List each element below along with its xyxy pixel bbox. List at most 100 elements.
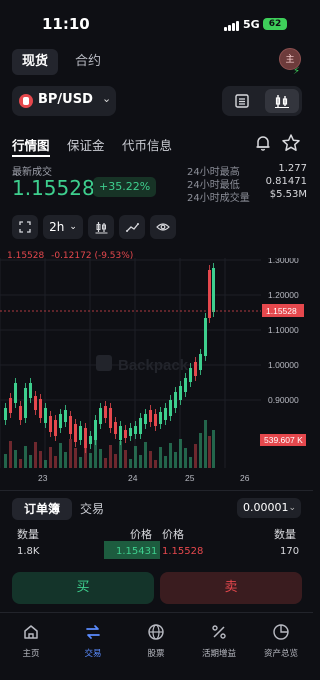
- y-tick-label: 1.10000: [268, 325, 299, 335]
- tab-spot[interactable]: 现货: [12, 49, 58, 75]
- tab-trades[interactable]: 交易: [80, 498, 104, 520]
- bell-icon: [256, 136, 270, 151]
- x-tick-label: 26: [240, 473, 250, 483]
- ask-qty[interactable]: 170: [280, 546, 299, 557]
- volume-bar: [184, 448, 187, 468]
- x-tick-label: 23: [38, 473, 48, 483]
- volume-bar: [129, 459, 132, 468]
- candle: [89, 436, 92, 444]
- favorite-button[interactable]: [280, 132, 302, 154]
- candle: [199, 354, 202, 370]
- candle: [94, 420, 97, 440]
- candle: [134, 426, 137, 434]
- nav-trade-label: 交易: [84, 649, 102, 659]
- volume-bar: [44, 460, 47, 468]
- y-axis: 1.30000 1.20000 1.10000 1.00000 0.90000: [268, 258, 299, 405]
- volume-bar: [69, 439, 72, 468]
- volume-bar: [124, 450, 127, 468]
- candle: [174, 392, 177, 408]
- candle: [54, 420, 57, 436]
- watermark: Backpack: [96, 355, 189, 374]
- volume-bar: [74, 448, 77, 468]
- candle: [69, 416, 72, 434]
- watermark-text: Backpack: [118, 357, 189, 374]
- precision-select[interactable]: 0.00001 ⌄: [237, 498, 301, 518]
- candle: [9, 398, 12, 413]
- header-qty-bid: 数量: [17, 528, 39, 541]
- indicator-button[interactable]: [119, 215, 145, 239]
- header-price-ask: 价格: [162, 528, 184, 541]
- interval-select[interactable]: 2h ⌄: [43, 215, 83, 239]
- nav-earn[interactable]: 活期增益: [188, 621, 250, 659]
- last-price-tag: 1.15528: [262, 304, 304, 317]
- candle: [114, 422, 117, 434]
- tab-token-info[interactable]: 代币信息: [122, 135, 172, 154]
- volume-bar: [79, 457, 82, 468]
- chevron-down-icon: ⌄: [102, 92, 112, 105]
- chevron-down-icon: ⌄: [69, 222, 77, 232]
- ask-price[interactable]: 1.15528: [162, 546, 203, 557]
- last-price-tag-text: 1.15528: [266, 306, 297, 316]
- stat-low-value: 0.81471: [265, 176, 307, 187]
- x-tick-label: 25: [185, 473, 195, 483]
- chart-type-button[interactable]: [88, 215, 114, 239]
- candle: [79, 426, 82, 440]
- pair-selector[interactable]: BP/USD ⌄: [12, 86, 116, 116]
- candle: [44, 408, 47, 423]
- volume-bar: [139, 455, 142, 468]
- pie-chart-icon: [273, 624, 289, 640]
- volume-bar: [174, 452, 177, 468]
- volume-bar: [49, 447, 52, 468]
- candle: [169, 400, 172, 416]
- stat-volume-label: 24小时成交量: [187, 193, 250, 204]
- bid-qty[interactable]: 1.8K: [17, 546, 39, 557]
- stats-panel: 24小时最高 1.277 24小时最低 0.81471 24小时成交量 $5.53M: [187, 163, 307, 204]
- visibility-button[interactable]: [150, 215, 176, 239]
- volume-bar: [4, 454, 7, 468]
- home-icon: [24, 625, 38, 639]
- nav-stocks[interactable]: 股票: [125, 621, 187, 659]
- orderbook-view-button[interactable]: [225, 89, 259, 113]
- alert-button[interactable]: [253, 133, 273, 153]
- fullscreen-button[interactable]: [12, 215, 38, 239]
- change-badge: +35.22%: [93, 177, 157, 197]
- volume-bar: [189, 457, 192, 468]
- active-tab-underline: [12, 155, 50, 157]
- tab-chart[interactable]: 行情图: [12, 135, 50, 154]
- candle: [34, 396, 37, 410]
- interval-label: 2h: [49, 220, 65, 234]
- candle: [164, 408, 167, 420]
- candle: [29, 383, 32, 398]
- signal-icon: [224, 21, 239, 31]
- volume-bar: [39, 451, 42, 468]
- volume-bar: [164, 456, 167, 468]
- sell-button[interactable]: 卖: [160, 572, 302, 604]
- list-view-icon: [235, 94, 249, 108]
- swap-icon: [86, 625, 100, 639]
- volume-bar: [204, 420, 207, 468]
- volume-bar: [144, 442, 147, 468]
- x-tick-label: 24: [128, 473, 138, 483]
- candle: [59, 414, 62, 428]
- tab-margin[interactable]: 保证金: [67, 135, 105, 154]
- volume-bar: [54, 456, 57, 468]
- nav-home[interactable]: 主页: [0, 621, 62, 659]
- volume-bar: [208, 436, 211, 468]
- candle: [49, 416, 52, 432]
- candlestick-chart[interactable]: Backpack 1.30000 1.20000 1.10000 1.00000 0.9…: [0, 258, 313, 488]
- chart-view-button[interactable]: [265, 89, 299, 113]
- buy-button[interactable]: 买: [12, 572, 154, 604]
- volume-bar: [159, 447, 162, 468]
- last-price: 1.15528: [12, 176, 95, 200]
- volume-bar: [119, 441, 122, 468]
- nav-assets[interactable]: 资产总览: [250, 621, 312, 659]
- star-icon: [282, 134, 300, 151]
- nav-trade[interactable]: 交易: [62, 621, 124, 659]
- tab-orderbook[interactable]: 订单簿: [12, 498, 72, 520]
- bid-price[interactable]: 1.15431: [116, 546, 157, 557]
- x-axis: 23 24 25 26: [38, 473, 250, 483]
- candle: [119, 426, 122, 440]
- globe-icon: [148, 624, 164, 640]
- tab-contract[interactable]: 合约: [66, 49, 110, 75]
- stat-volume-value: $5.53M: [269, 189, 307, 200]
